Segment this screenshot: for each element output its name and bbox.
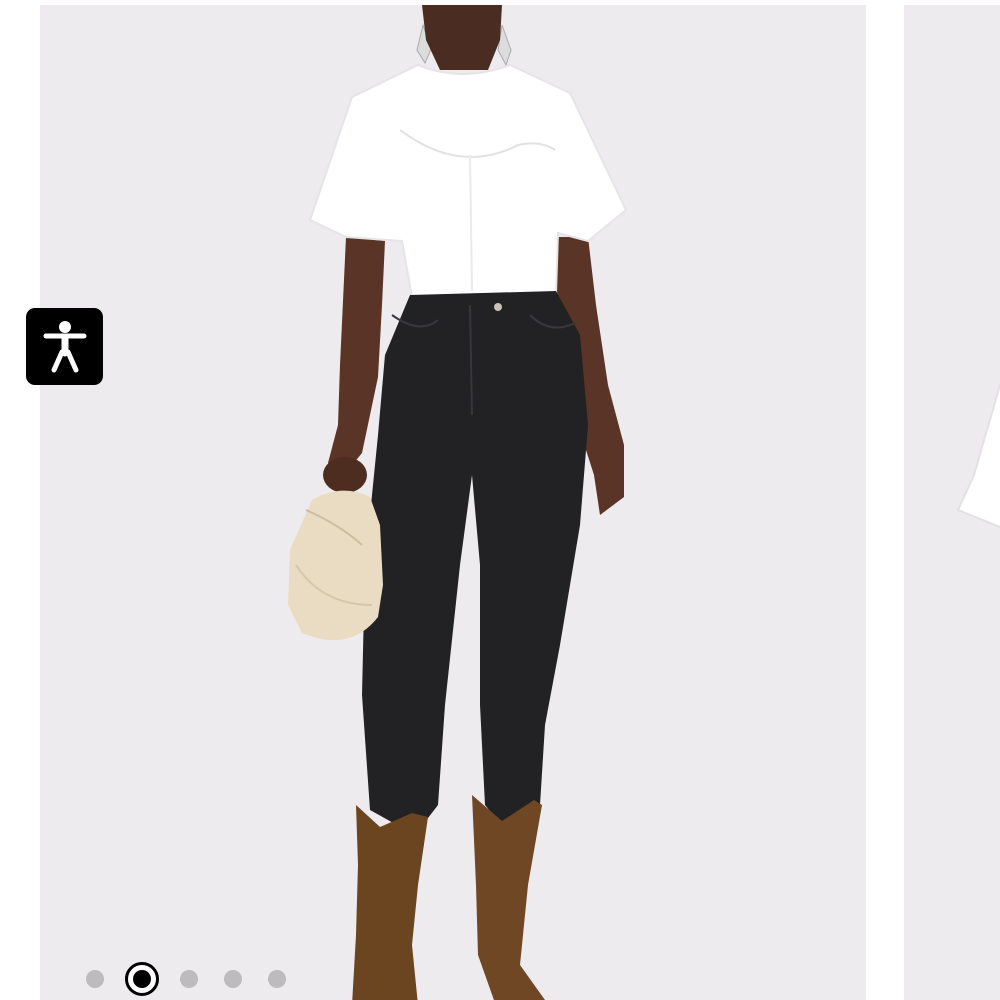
product-image-slide-next[interactable] — [904, 5, 1000, 1000]
carousel-dot-4[interactable] — [224, 970, 242, 988]
product-photo-next — [956, 383, 1000, 529]
product-photo — [288, 5, 628, 1000]
accessibility-button[interactable] — [26, 308, 103, 385]
product-gallery-viewport — [0, 0, 1000, 1000]
carousel-dot-2-active[interactable] — [125, 962, 159, 996]
product-image-slide[interactable] — [40, 5, 866, 1000]
accessibility-person-icon — [43, 320, 86, 372]
carousel-dot-1[interactable] — [86, 970, 104, 988]
carousel-pagination — [86, 962, 312, 996]
carousel-dot-5[interactable] — [268, 970, 286, 988]
carousel-dot-3[interactable] — [180, 970, 198, 988]
